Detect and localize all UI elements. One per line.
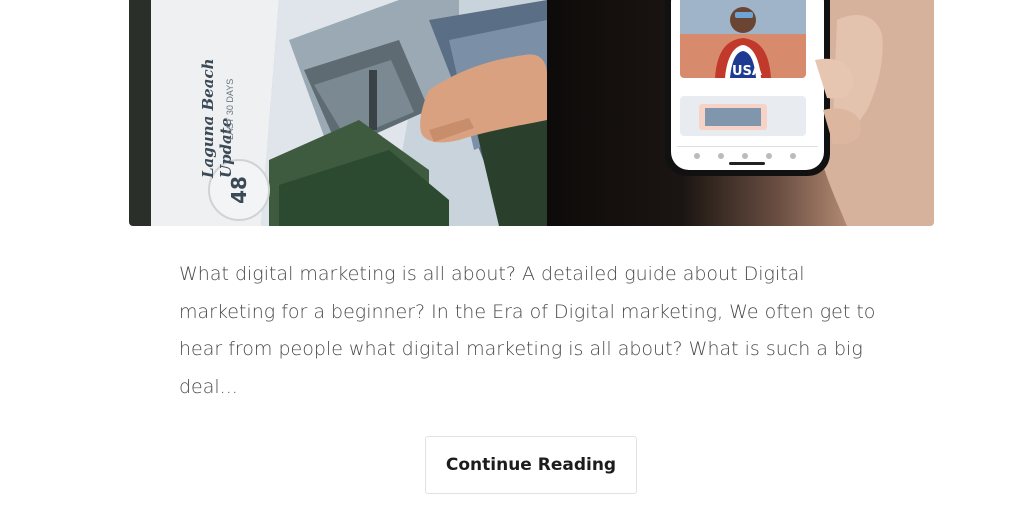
post-excerpt: What digital marketing is all about? A d…	[179, 263, 876, 398]
brochure-subtitle-text: LAST 30 DAYS	[225, 78, 235, 140]
phone-photo: USA	[547, 0, 934, 226]
brochure-number-text: 48	[226, 176, 251, 204]
brochure-illustration	[129, 0, 547, 226]
brochure-photo: Laguna Beach Update LAST 30 DAYS 48	[129, 0, 547, 226]
brochure-title-text: Laguna Beach Update	[199, 58, 235, 179]
phone-caption-text: USA	[732, 64, 762, 79]
phone-illustration	[665, 0, 934, 226]
featured-image[interactable]: Laguna Beach Update LAST 30 DAYS 48 USA	[129, 0, 934, 226]
continue-reading-button[interactable]: Continue Reading	[425, 436, 637, 494]
